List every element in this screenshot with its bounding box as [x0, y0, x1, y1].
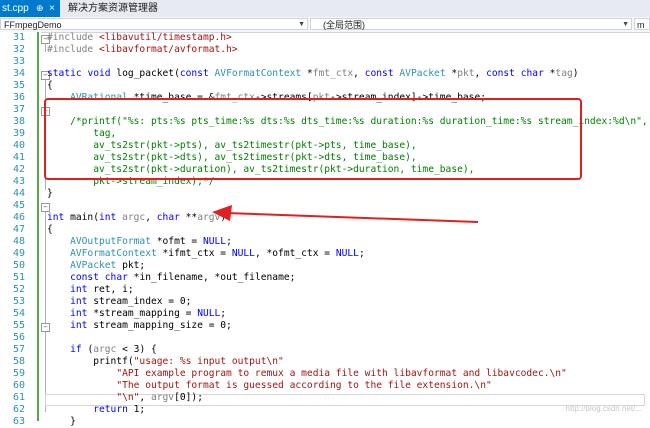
watermark: http://blog.csdn.net/... — [565, 404, 643, 413]
annotation-arrow-icon — [212, 205, 479, 223]
